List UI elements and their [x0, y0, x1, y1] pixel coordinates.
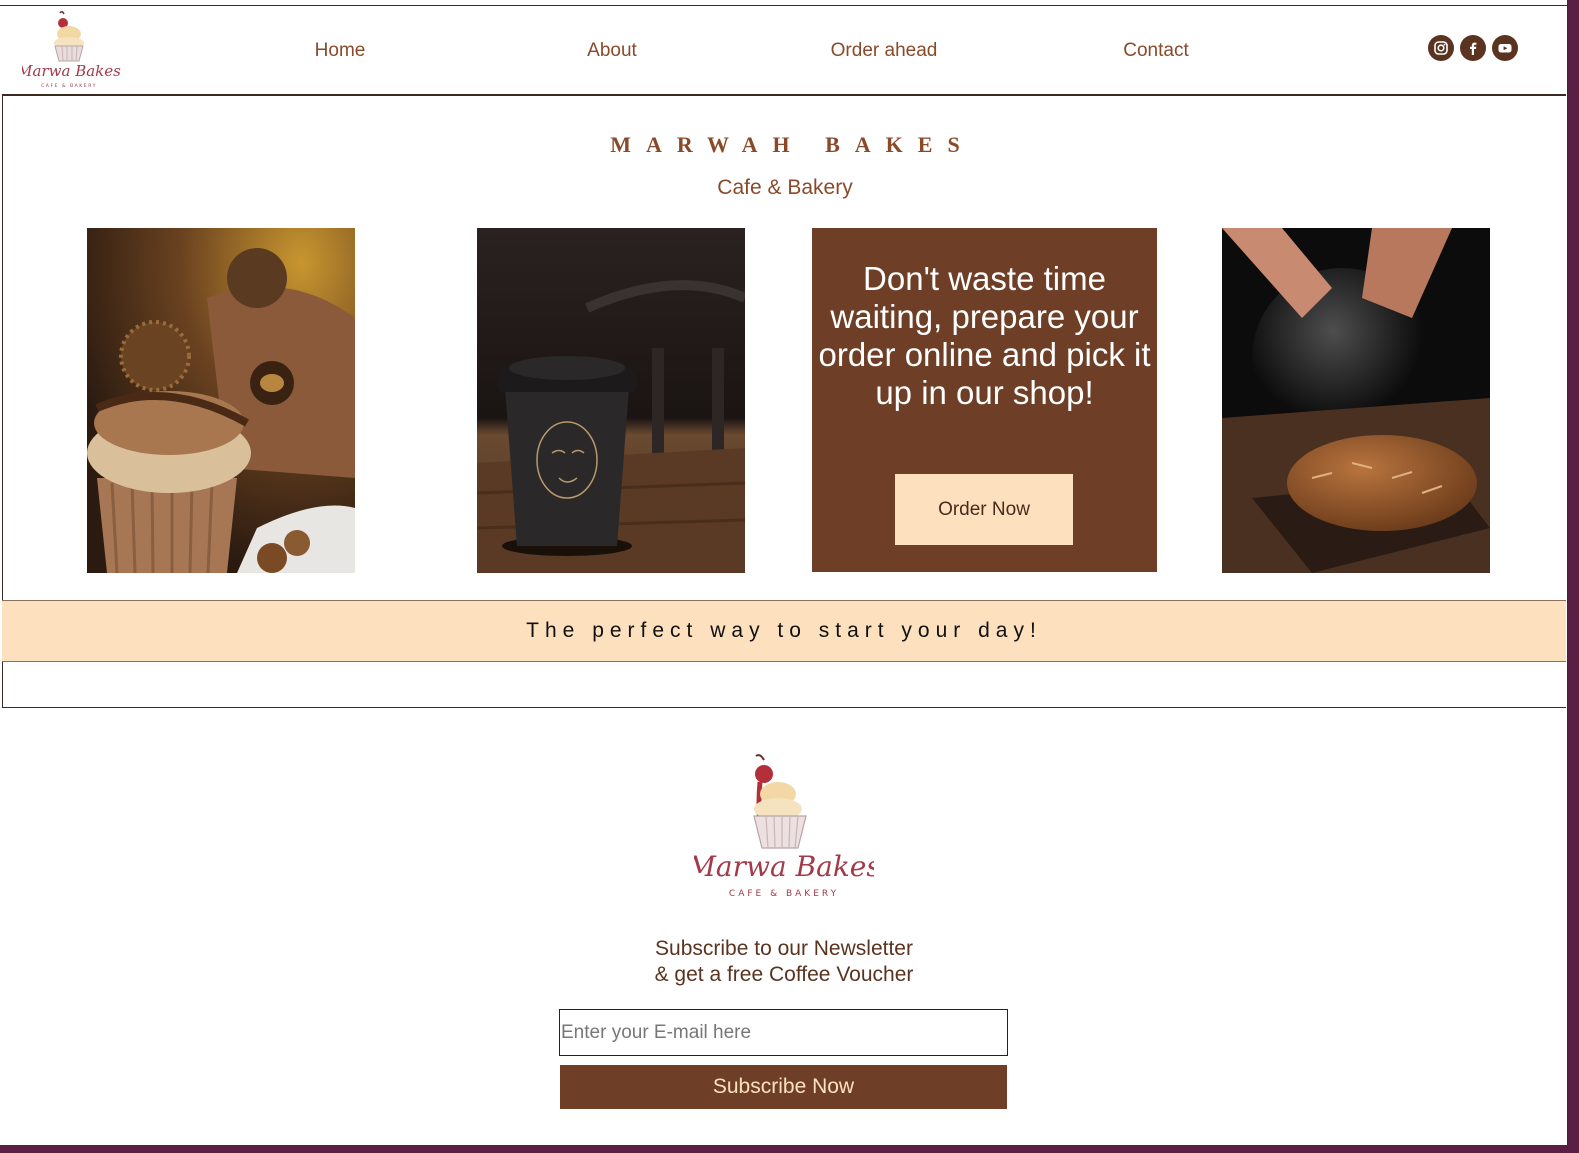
coffee-cup-photo — [477, 228, 745, 573]
cupcake-logo-icon: Marwa Bakes CAFE & BAKERY — [686, 754, 881, 899]
svg-text:Marwa Bakes: Marwa Bakes — [22, 62, 121, 80]
facebook-icon[interactable] — [1460, 35, 1486, 61]
nav-home[interactable]: Home — [315, 40, 366, 62]
promo-text: Don't waste time waiting, prepare your o… — [818, 260, 1151, 411]
cupcake-logo-icon: Marwa Bakes CAFE & BAKERY — [16, 10, 121, 89]
svg-text:CAFE & BAKERY: CAFE & BAKERY — [729, 889, 839, 899]
subscribe-button[interactable]: Subscribe Now — [560, 1065, 1007, 1109]
brand-title: MARWAH BAKES — [610, 132, 975, 157]
brand-tagline: Cafe & Bakery — [717, 176, 853, 199]
nav-order-ahead[interactable]: Order ahead — [831, 40, 938, 62]
slogan-text: The perfect way to start your day! — [526, 619, 1042, 642]
svg-text:CAFE & BAKERY: CAFE & BAKERY — [41, 83, 97, 89]
site-footer: Marwa Bakes CAFE & BAKERY Subscribe to o… — [0, 708, 1568, 1145]
site-header: Marwa Bakes CAFE & BAKERY Home About Ord… — [2, 6, 1566, 96]
page: Marwa Bakes CAFE & BAKERY Home About Ord… — [0, 0, 1568, 1145]
chocolate-cupcake-photo — [87, 228, 355, 573]
svg-text:Marwa Bakes: Marwa Bakes — [694, 850, 874, 883]
instagram-icon[interactable] — [1428, 35, 1454, 61]
hero-section: MARWAH BAKES Cafe & Bakery Don't waste t… — [2, 96, 1566, 600]
newsletter-line-1: Subscribe to our Newsletter — [655, 937, 913, 960]
site-logo[interactable]: Marwa Bakes CAFE & BAKERY — [16, 10, 122, 92]
nav-contact[interactable]: Contact — [1123, 40, 1188, 62]
social-links — [1428, 35, 1518, 61]
youtube-icon[interactable] — [1492, 35, 1518, 61]
section-divider — [2, 662, 1566, 708]
order-ahead-promo: Don't waste time waiting, prepare your o… — [812, 228, 1157, 572]
slogan-band: The perfect way to start your day! — [2, 600, 1566, 662]
bread-flour-photo — [1222, 228, 1490, 573]
footer-logo: Marwa Bakes CAFE & BAKERY — [686, 754, 881, 904]
order-now-button[interactable]: Order Now — [895, 474, 1073, 545]
nav-about[interactable]: About — [587, 40, 637, 62]
newsletter-line-2: & get a free Coffee Voucher — [654, 963, 914, 986]
email-field[interactable] — [559, 1009, 1008, 1056]
newsletter-text: Subscribe to our Newsletter & get a free… — [0, 936, 1568, 988]
